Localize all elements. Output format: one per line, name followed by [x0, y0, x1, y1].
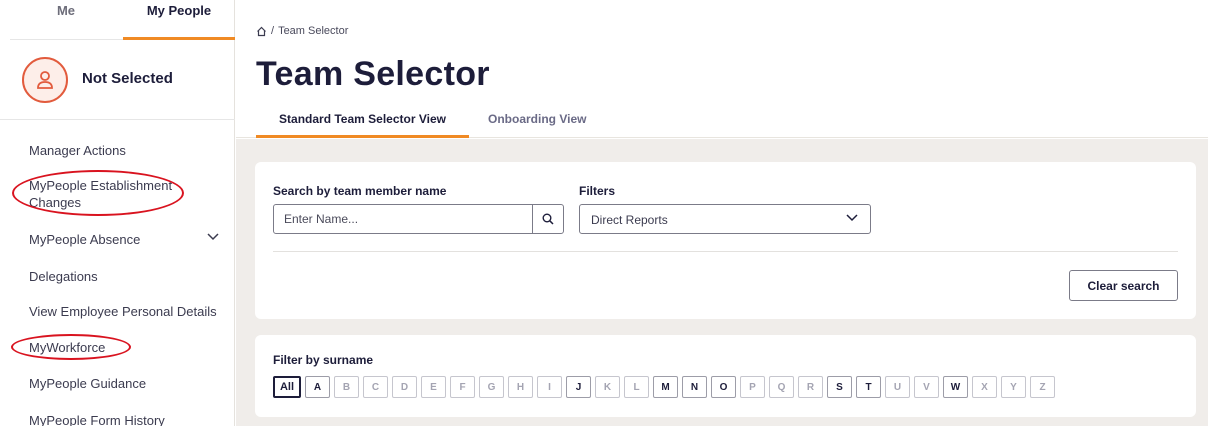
selected-person[interactable]: Not Selected — [0, 40, 235, 120]
divider — [273, 251, 1178, 252]
page-title: Team Selector — [256, 55, 490, 93]
letter-filter-j[interactable]: J — [566, 376, 591, 398]
filters-dropdown[interactable]: Direct Reports — [579, 204, 871, 234]
filters-selected-value: Direct Reports — [591, 213, 668, 227]
sidebar-item-myworkforce[interactable]: MyWorkforce — [29, 339, 219, 356]
letter-filter-r[interactable]: R — [798, 376, 823, 398]
letter-filter-o[interactable]: O — [711, 376, 736, 398]
letter-filter-p[interactable]: P — [740, 376, 765, 398]
letter-filter-t[interactable]: T — [856, 376, 881, 398]
sidebar-item-form-history[interactable]: MyPeople Form History — [29, 412, 219, 426]
letter-filter-h[interactable]: H — [508, 376, 533, 398]
filters-label: Filters — [579, 184, 616, 198]
letter-filter-q[interactable]: Q — [769, 376, 794, 398]
main-content: / Team Selector Team Selector Standard T… — [236, 0, 1208, 426]
breadcrumb-separator: / — [271, 25, 275, 37]
surname-filter-label: Filter by surname — [273, 353, 374, 367]
letter-filter-z[interactable]: Z — [1030, 376, 1055, 398]
tab-me[interactable]: Me — [10, 0, 122, 40]
search-button[interactable] — [532, 205, 563, 233]
letter-filter-m[interactable]: M — [653, 376, 678, 398]
letter-filter-y[interactable]: Y — [1001, 376, 1026, 398]
search-input[interactable] — [274, 205, 533, 233]
person-icon — [37, 71, 53, 89]
letter-filter-x[interactable]: X — [972, 376, 997, 398]
letter-filter-v[interactable]: V — [914, 376, 939, 398]
home-icon[interactable] — [256, 26, 267, 37]
sidebar-item-delegations[interactable]: Delegations — [29, 268, 219, 285]
sidebar: Me My People Not Selected Manager Action… — [0, 0, 235, 426]
sidebar-item-manager-actions[interactable]: Manager Actions — [29, 142, 219, 159]
letter-filter-d[interactable]: D — [392, 376, 417, 398]
letter-filter-k[interactable]: K — [595, 376, 620, 398]
letter-filter-i[interactable]: I — [537, 376, 562, 398]
letter-filter-w[interactable]: W — [943, 376, 968, 398]
sidebar-item-label: MyPeople Absence — [29, 232, 141, 247]
surname-filter-card: Filter by surname All A B C D E F G H I J K L M N O P Q R S… — [255, 335, 1196, 417]
tab-my-people[interactable]: My People — [123, 0, 235, 40]
breadcrumb: / Team Selector — [256, 25, 348, 37]
letter-filter-l[interactable]: L — [624, 376, 649, 398]
letter-filter-c[interactable]: C — [363, 376, 388, 398]
sidebar-item-employee-details[interactable]: View Employee Personal Details — [29, 303, 229, 320]
search-icon — [542, 213, 554, 225]
surname-letter-bar: All A B C D E F G H I J K L M N O P Q R S T U V W X Y Z — [273, 376, 1059, 398]
sidebar-item-guidance[interactable]: MyPeople Guidance — [29, 375, 219, 392]
search-field — [273, 204, 564, 234]
chevron-down-icon — [846, 214, 858, 222]
page-header: / Team Selector Team Selector Standard T… — [236, 0, 1208, 138]
letter-filter-a[interactable]: A — [305, 376, 330, 398]
letter-filter-g[interactable]: G — [479, 376, 504, 398]
sidebar-item-absence[interactable]: MyPeople Absence — [29, 231, 219, 248]
sidebar-item-establishment-changes[interactable]: MyPeople Establishment Changes — [29, 177, 204, 211]
letter-filter-b[interactable]: B — [334, 376, 359, 398]
chevron-down-icon — [207, 233, 219, 241]
tab-onboarding-view[interactable]: Onboarding View — [488, 112, 586, 138]
sidebar-tabs: Me My People — [10, 0, 235, 40]
letter-filter-u[interactable]: U — [885, 376, 910, 398]
letter-filter-f[interactable]: F — [450, 376, 475, 398]
letter-filter-n[interactable]: N — [682, 376, 707, 398]
tab-standard-view[interactable]: Standard Team Selector View — [256, 112, 469, 138]
letter-filter-s[interactable]: S — [827, 376, 852, 398]
letter-filter-all[interactable]: All — [273, 376, 301, 398]
letter-filter-e[interactable]: E — [421, 376, 446, 398]
search-label: Search by team member name — [273, 184, 447, 198]
profile-name: Not Selected — [82, 70, 173, 87]
breadcrumb-current: Team Selector — [278, 25, 349, 37]
avatar — [22, 57, 68, 103]
clear-search-button[interactable]: Clear search — [1069, 270, 1178, 301]
search-card: Search by team member name Filters Direc… — [255, 162, 1196, 319]
content-area: Search by team member name Filters Direc… — [236, 139, 1208, 426]
